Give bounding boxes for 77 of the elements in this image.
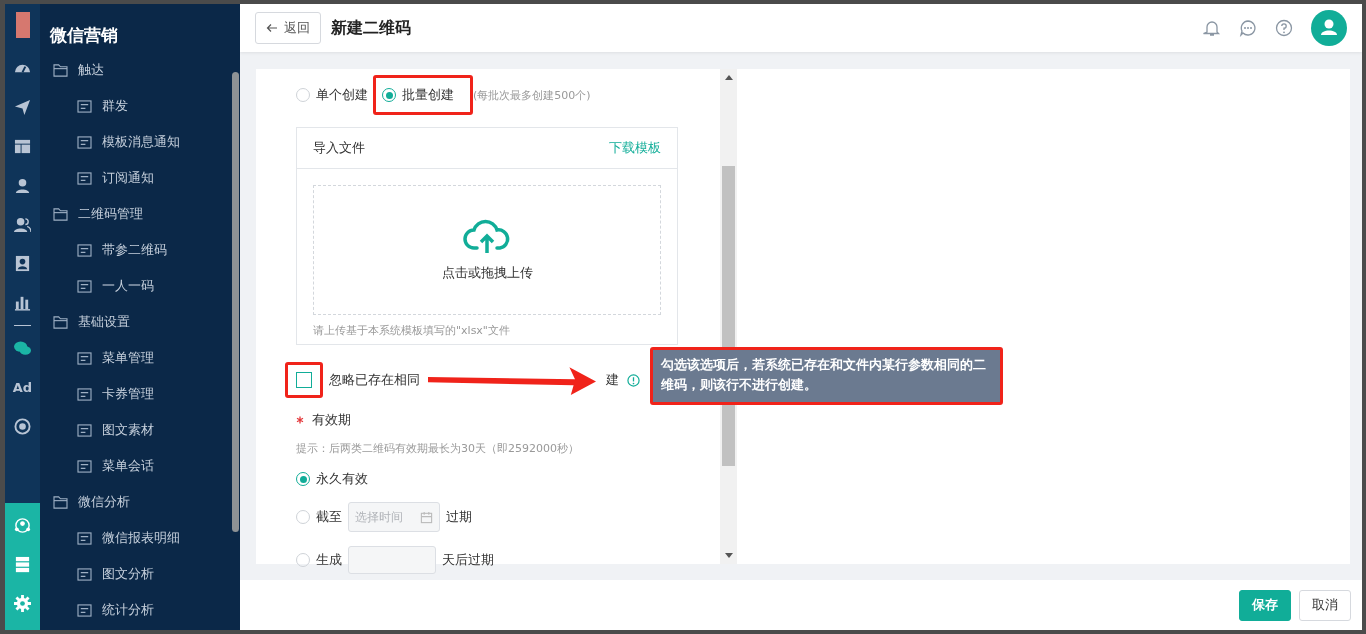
document-icon [77, 99, 92, 113]
menu-group[interactable]: 触达 [40, 52, 240, 88]
settings-icon[interactable] [14, 595, 31, 612]
back-arrow-icon [266, 23, 278, 33]
radio-label[interactable]: 永久有效 [316, 470, 368, 488]
chat-icon[interactable] [14, 340, 31, 357]
card-title: 导入文件 [313, 139, 365, 157]
checkbox-label: 忽略已存在相同 [329, 371, 420, 389]
upload-text: 点击或拖拽上传 [441, 264, 533, 282]
calendar-icon [420, 510, 433, 524]
ad-icon[interactable]: Ad [12, 379, 33, 396]
send-icon[interactable] [14, 99, 31, 116]
suffix-text: 过期 [446, 508, 472, 526]
document-icon [77, 531, 92, 545]
chat-bubble-icon[interactable] [1239, 19, 1257, 37]
document-icon [77, 243, 92, 257]
folder-icon [53, 495, 68, 509]
menu-item[interactable]: 菜单管理 [40, 340, 240, 376]
radio-label[interactable]: 截至 [316, 508, 342, 526]
user-icon[interactable] [14, 177, 31, 194]
hint-text: 提示：后两类二维码有效期最长为30天（即2592000秒） [296, 441, 580, 456]
folder-icon [53, 207, 68, 221]
checkbox[interactable] [296, 372, 312, 388]
upload-dropzone[interactable]: 点击或拖拽上传 [313, 185, 661, 315]
menu-item[interactable]: 订阅通知 [40, 160, 240, 196]
document-icon [77, 279, 92, 293]
app-title: 微信营销 [49, 24, 119, 47]
info-icon[interactable] [627, 373, 640, 387]
folder-icon [53, 63, 68, 77]
menu-item[interactable]: 卡券管理 [40, 376, 240, 412]
users-icon[interactable] [14, 216, 31, 233]
page-title: 新建二维码 [331, 17, 411, 39]
bell-icon[interactable] [1203, 19, 1221, 37]
menu-item[interactable]: 菜单会话 [40, 448, 240, 484]
back-button[interactable]: 返回 [255, 12, 321, 44]
menu-group[interactable]: 微信分析 [40, 484, 240, 520]
cancel-button[interactable]: 取消 [1299, 589, 1351, 621]
avatar-icon[interactable] [1311, 10, 1347, 46]
annotation-callout: 勾选该选项后，若系统已存在和文件内某行参数相同的二维码，则该行不进行创建。 [650, 347, 1003, 405]
radio-label[interactable]: 单个创建 [316, 86, 368, 104]
server-icon[interactable] [14, 556, 31, 573]
cloud-upload-icon [463, 218, 511, 254]
document-icon [77, 459, 92, 473]
radio-label[interactable]: 生成 [316, 551, 342, 569]
logo-icon [15, 12, 30, 38]
checkbox-label: 建 [606, 371, 619, 389]
suffix-text: 天后过期 [442, 551, 494, 569]
document-icon [77, 423, 92, 437]
document-icon [77, 567, 92, 581]
network-icon[interactable] [14, 517, 31, 534]
menu-item[interactable]: 图文素材 [40, 412, 240, 448]
menu-item[interactable]: 模板消息通知 [40, 124, 240, 160]
folder-icon [53, 315, 68, 329]
document-icon [77, 603, 92, 617]
radio-label[interactable]: 批量创建 [402, 86, 454, 104]
menu-item[interactable]: 一人一码 [40, 268, 240, 304]
days-field[interactable] [348, 546, 436, 574]
menu-group[interactable]: 基础设置 [40, 304, 240, 340]
hint-text: (每批次最多创建500个) [473, 87, 591, 103]
menu-group[interactable]: 二维码管理 [40, 196, 240, 232]
help-icon[interactable] [1275, 19, 1293, 37]
menu-item[interactable]: 带参二维码 [40, 232, 240, 268]
disc-icon[interactable] [14, 418, 31, 435]
menu-item[interactable]: 微信报表明细 [40, 520, 240, 556]
layout-icon[interactable] [14, 138, 31, 155]
document-icon [77, 351, 92, 365]
menu-item[interactable]: 统计分析 [40, 592, 240, 628]
chart-icon[interactable] [14, 294, 31, 311]
document-icon [77, 171, 92, 185]
upload-note: 请上传基于本系统模板填写的"xlsx"文件 [313, 323, 511, 338]
document-icon [77, 387, 92, 401]
field-label: 有效期 [312, 411, 351, 429]
document-icon [77, 135, 92, 149]
badge-icon[interactable] [14, 255, 31, 272]
scrollbar[interactable] [232, 72, 239, 532]
menu-item[interactable]: 群发 [40, 88, 240, 124]
menu-item[interactable]: 图文分析 [40, 556, 240, 592]
